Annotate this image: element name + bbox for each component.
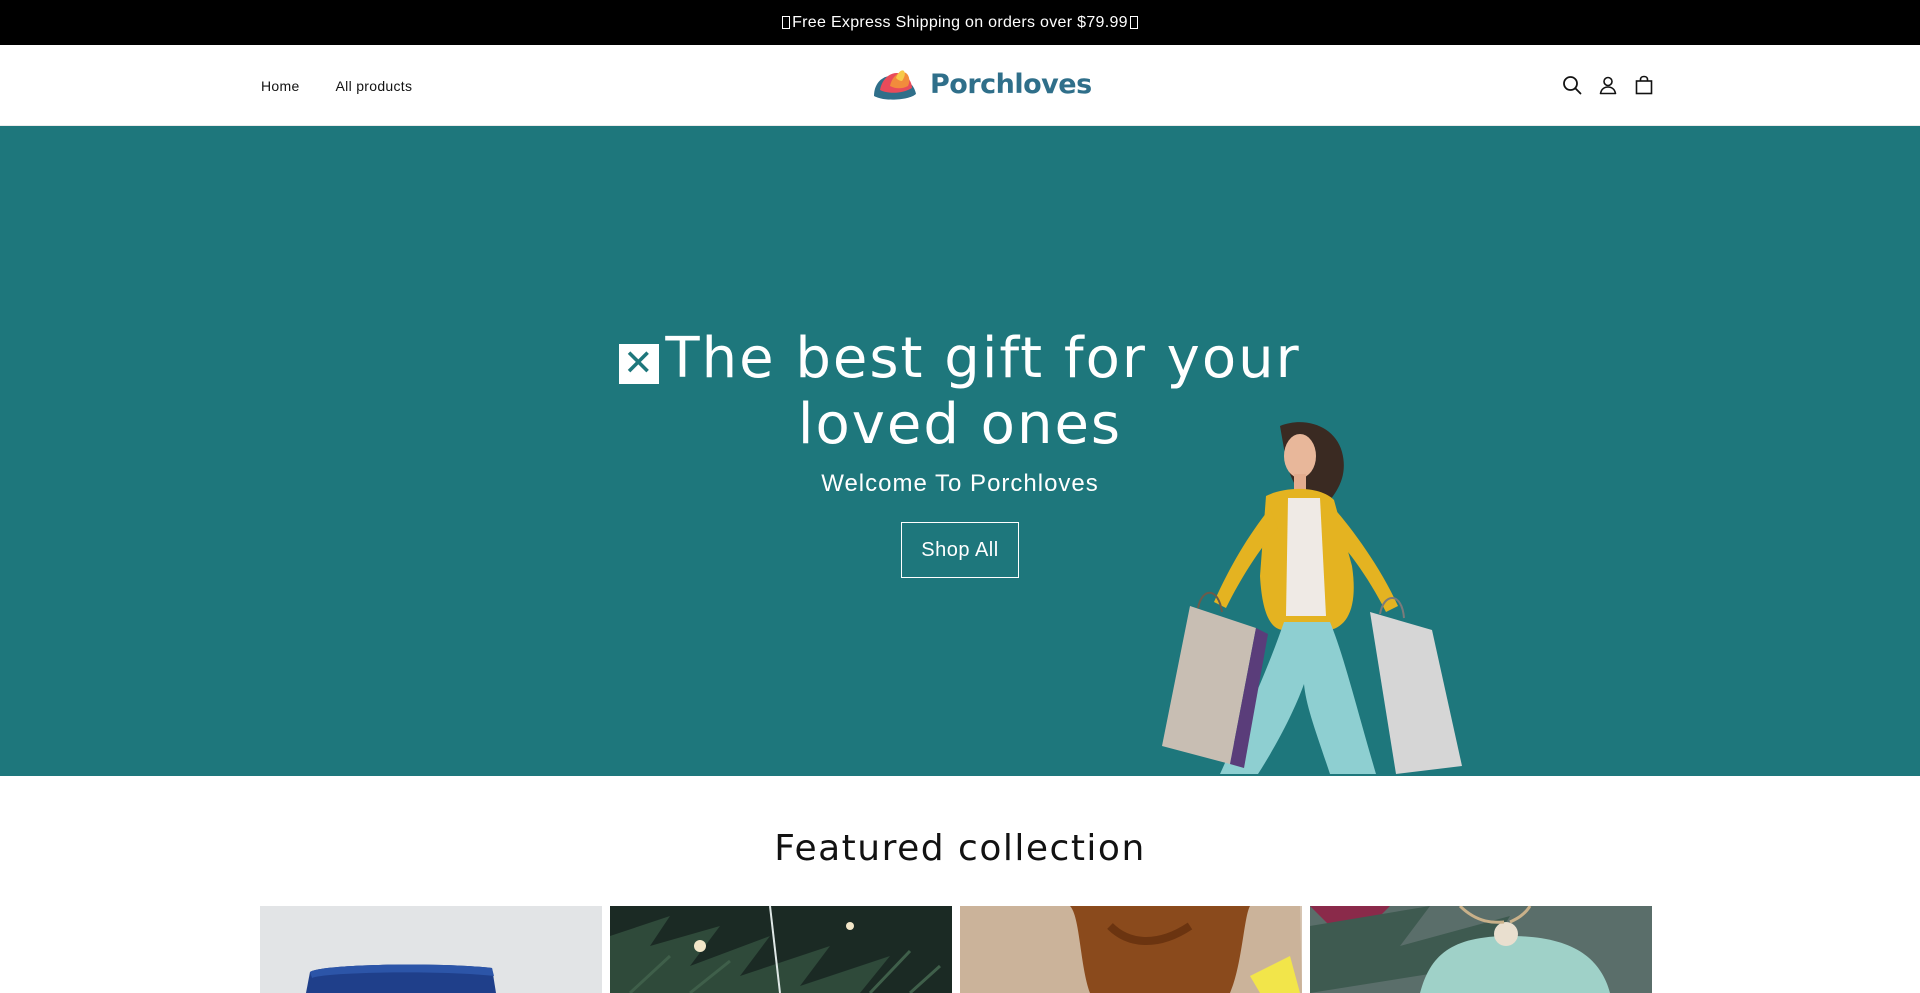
main-nav: Home All products bbox=[261, 45, 412, 126]
nav-link-all-products[interactable]: All products bbox=[336, 78, 413, 94]
header-actions bbox=[1562, 73, 1654, 97]
hero-banner: ✕ The best gift for your loved ones Welco… bbox=[0, 126, 1920, 776]
product-card[interactable] bbox=[960, 906, 1302, 993]
christmas-tree-ornament-image bbox=[610, 906, 952, 993]
featured-collection-title: Featured collection bbox=[774, 828, 1146, 869]
close-box-icon: ✕ bbox=[619, 344, 660, 384]
shop-all-button[interactable]: Shop All bbox=[901, 522, 1019, 578]
search-icon[interactable] bbox=[1562, 73, 1582, 97]
unknown-glyph-icon bbox=[1129, 16, 1138, 29]
product-card[interactable] bbox=[260, 906, 602, 993]
logo-text: Porchloves bbox=[930, 68, 1092, 100]
product-card[interactable] bbox=[610, 906, 952, 993]
cart-icon[interactable] bbox=[1634, 73, 1654, 97]
logo-mark-icon bbox=[874, 70, 919, 103]
announcement-text: Free Express Shipping on orders over $79… bbox=[792, 13, 1128, 31]
site-logo[interactable]: Porchloves bbox=[870, 59, 1092, 109]
glass-ornament-image bbox=[1310, 906, 1652, 993]
unknown-glyph-icon bbox=[782, 16, 791, 29]
blue-gift-box-image bbox=[260, 906, 602, 993]
nav-link-home[interactable]: Home bbox=[261, 78, 300, 94]
hero-shopper-image bbox=[1162, 422, 1462, 774]
site-header: Home All products Porchloves bbox=[0, 45, 1920, 126]
product-card[interactable] bbox=[1310, 906, 1652, 993]
announcement-bar: Free Express Shipping on orders over $79… bbox=[0, 0, 1920, 45]
product-grid bbox=[260, 906, 1652, 993]
ceramic-mug-image bbox=[960, 906, 1302, 993]
account-icon[interactable] bbox=[1598, 73, 1618, 97]
